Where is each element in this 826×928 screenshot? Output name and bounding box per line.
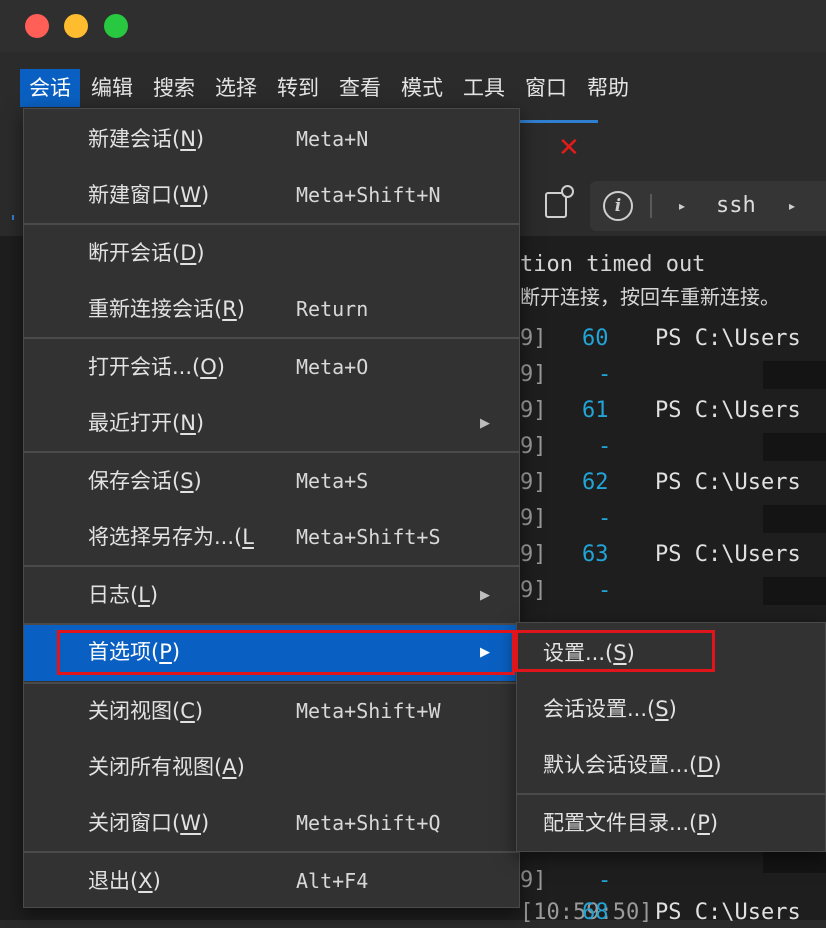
shortcut-label: Meta+O <box>296 355 369 379</box>
shortcut-label: Return <box>296 297 369 321</box>
submenu-item-session-settings[interactable]: 会话设置...(S) <box>517 682 825 738</box>
session-dropdown-menu: 新建会话(N) Meta+N 新建窗口(W) Meta+Shift+N 断开会话… <box>23 108 520 908</box>
terminal-bracket: 9] <box>520 362 547 387</box>
terminal-prompt: PS C:\Users <box>655 398 801 423</box>
menu-item-log[interactable]: 日志(L) ▶ <box>24 568 519 624</box>
terminal-block <box>763 505 826 533</box>
shortcut-label: Meta+N <box>296 127 369 151</box>
info-icon[interactable]: i <box>603 191 633 221</box>
terminal-bracket: 9] <box>520 326 547 351</box>
minimize-window-button[interactable] <box>64 14 88 38</box>
menubar-help[interactable]: 帮助 <box>578 69 638 107</box>
session-type-label: ssh <box>716 193 756 218</box>
expand-caret-icon[interactable]: ▸ <box>679 196 685 216</box>
terminal-prompt: PS C:\Users <box>655 900 801 925</box>
terminal-bracket: 9] <box>520 506 547 531</box>
terminal-dash: - <box>598 506 612 531</box>
terminal-line-number: 61 <box>582 398 609 423</box>
menubar-search[interactable]: 搜索 <box>144 69 204 107</box>
pill-divider <box>650 194 652 218</box>
menubar-edit[interactable]: 编辑 <box>82 69 142 107</box>
submenu-item-settings[interactable]: 设置...(S) <box>517 626 825 682</box>
terminal-bracket: 9] <box>520 434 547 459</box>
shortcut-label: Meta+S <box>296 469 369 493</box>
terminal-prompt: PS C:\Users <box>655 470 801 495</box>
menu-separator <box>24 565 519 567</box>
terminal-message: tion timed out <box>520 252 706 277</box>
active-tab-indicator <box>520 120 598 123</box>
terminal-line-number: 62 <box>582 470 609 495</box>
menu-item-reconnect[interactable]: 重新连接会话(R) Return <box>24 282 519 338</box>
terminal-dash: - <box>598 868 612 893</box>
close-window-button[interactable] <box>25 14 49 38</box>
terminal-bracket: 9] <box>520 542 547 567</box>
terminal-bracket: 9] <box>520 470 547 495</box>
menu-separator <box>24 451 519 453</box>
menu-item-close-all-views[interactable]: 关闭所有视图(A) <box>24 740 519 796</box>
menu-item-new-window[interactable]: 新建窗口(W) Meta+Shift+N <box>24 168 519 224</box>
expand-caret-icon[interactable]: ▸ <box>789 196 795 216</box>
menu-item-new-session[interactable]: 新建会话(N) Meta+N <box>24 112 519 168</box>
terminal-line-number: 63 <box>582 542 609 567</box>
terminal-bracket: 9] <box>520 868 547 893</box>
submenu-item-default-session-settings[interactable]: 默认会话设置...(D) <box>517 738 825 794</box>
menu-separator <box>24 337 519 339</box>
menubar-view[interactable]: 查看 <box>330 69 390 107</box>
shortcut-label: Meta+Shift+W <box>296 699 441 723</box>
terminal-line-number: 68 <box>582 900 609 925</box>
menu-item-open-session[interactable]: 打开会话...(O) Meta+O <box>24 340 519 396</box>
terminal-block <box>763 433 826 461</box>
menu-item-quit[interactable]: 退出(X) Alt+F4 <box>24 854 519 910</box>
menu-item-close-window[interactable]: 关闭窗口(W) Meta+Shift+Q <box>24 796 519 852</box>
menu-item-disconnect[interactable]: 断开会话(D) <box>24 226 519 282</box>
menubar-tools[interactable]: 工具 <box>454 69 514 107</box>
menubar-mode[interactable]: 模式 <box>392 69 452 107</box>
zoom-window-button[interactable] <box>104 14 128 38</box>
title-bar <box>0 0 826 52</box>
terminal-dash: - <box>598 434 612 459</box>
terminal-block <box>763 577 826 605</box>
menubar-goto[interactable]: 转到 <box>268 69 328 107</box>
menubar-session[interactable]: 会话 <box>20 69 80 107</box>
terminal-block <box>763 361 826 389</box>
submenu-arrow-icon: ▶ <box>480 645 490 660</box>
menu-separator <box>24 851 519 853</box>
terminal-message: 断开连接，按回车重新连接。 <box>520 285 780 309</box>
terminal-bracket: 9] <box>520 398 547 423</box>
submenu-arrow-icon: ▶ <box>480 416 490 431</box>
terminal-dash: - <box>598 362 612 387</box>
shortcut-label: Meta+Shift+S <box>296 525 441 549</box>
new-tab-icon[interactable] <box>545 185 574 218</box>
menubar-window[interactable]: 窗口 <box>516 69 576 107</box>
shortcut-label: Meta+Shift+N <box>296 183 441 207</box>
menu-item-save-selection-as[interactable]: 将选择另存为...(L Meta+Shift+S <box>24 510 519 566</box>
menu-item-save-session[interactable]: 保存会话(S) Meta+S <box>24 454 519 510</box>
terminal-line-number: 60 <box>582 326 609 351</box>
close-tab-icon[interactable]: ✕ <box>558 134 580 162</box>
submenu-arrow-icon: ▶ <box>480 588 490 603</box>
left-accent-mark <box>12 215 14 220</box>
menubar-select[interactable]: 选择 <box>206 69 266 107</box>
submenu-item-config-directory[interactable]: 配置文件目录...(P) <box>517 796 825 852</box>
menu-item-preferences[interactable]: 首选项(P) ▶ <box>24 625 519 681</box>
menu-item-close-view[interactable]: 关闭视图(C) Meta+Shift+W <box>24 684 519 740</box>
shortcut-label: Alt+F4 <box>296 869 369 893</box>
menu-separator <box>517 793 825 795</box>
terminal-bracket: 9] <box>520 578 547 603</box>
preferences-submenu: 设置...(S) 会话设置...(S) 默认会话设置...(D) 配置文件目录.… <box>516 622 826 852</box>
terminal-dash: - <box>598 578 612 603</box>
terminal-prompt: PS C:\Users <box>655 542 801 567</box>
shortcut-label: Meta+Shift+Q <box>296 811 441 835</box>
menu-item-recent[interactable]: 最近打开(N) ▶ <box>24 396 519 452</box>
menu-separator <box>24 223 519 225</box>
terminal-prompt: PS C:\Users <box>655 326 801 351</box>
